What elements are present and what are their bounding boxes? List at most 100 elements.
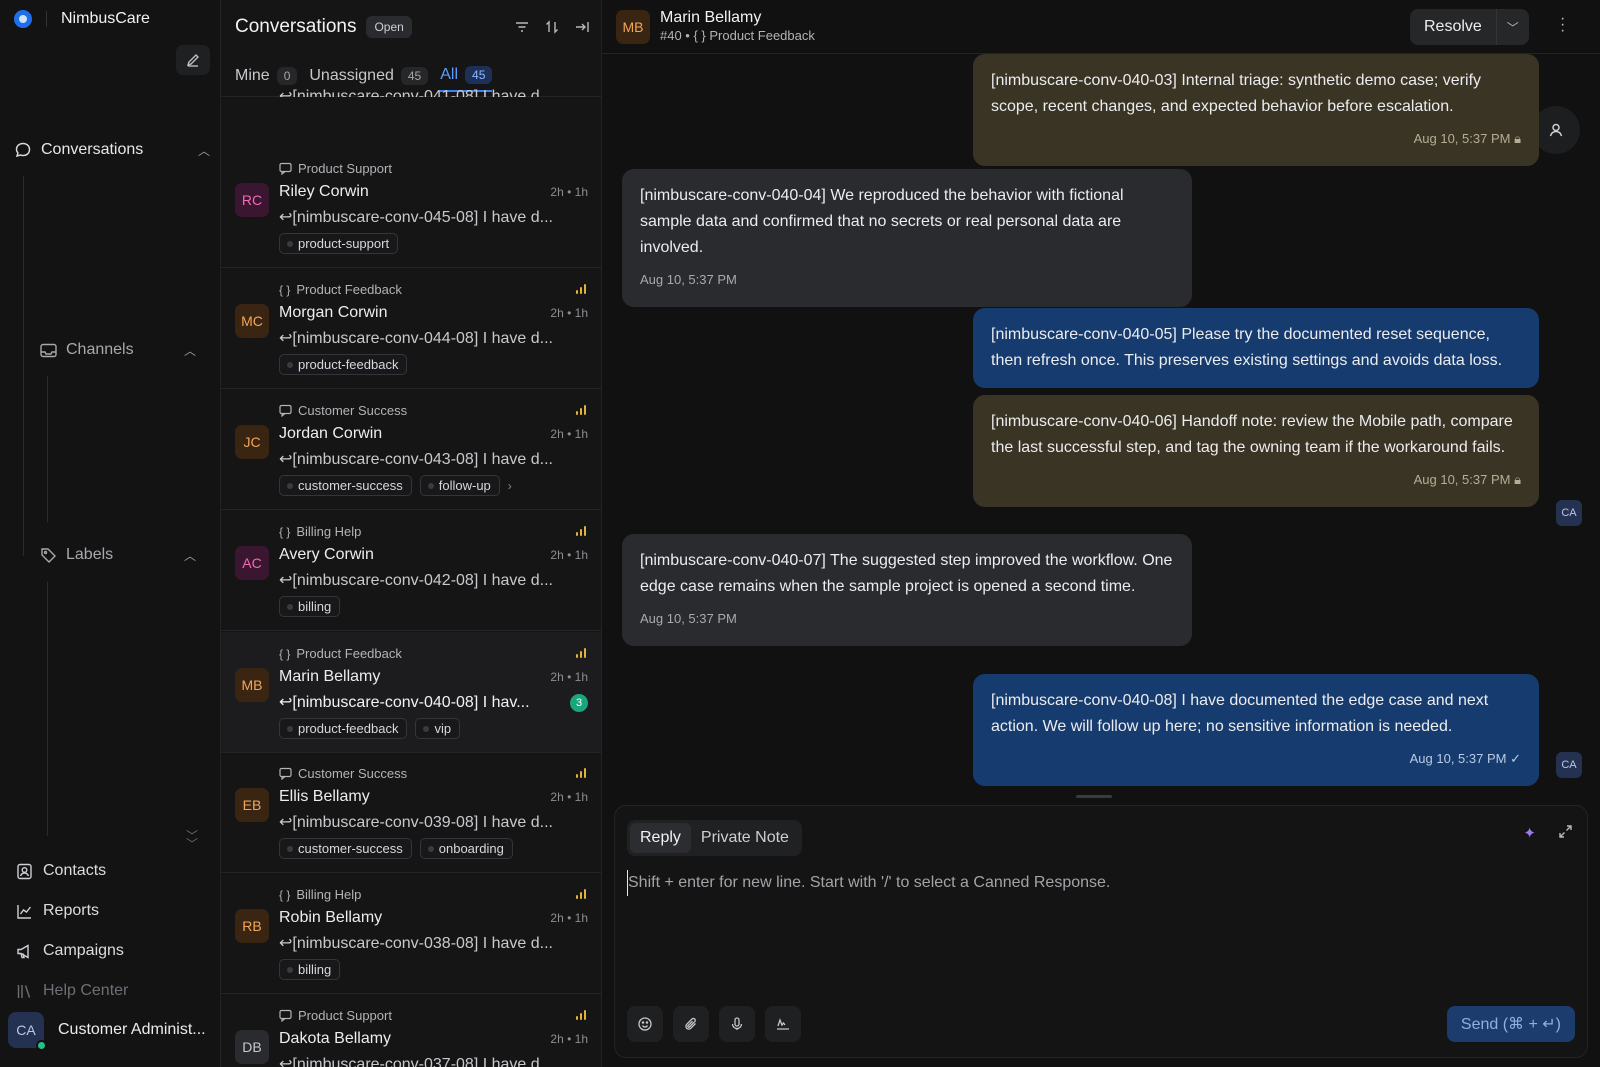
conversation-time: 2h • 1h xyxy=(550,548,588,562)
expand-icon[interactable] xyxy=(1558,824,1573,842)
tab-reply[interactable]: Reply xyxy=(630,823,691,853)
conversation-preview: ↩[nimbuscare-conv-043-08] I have d... xyxy=(279,449,579,469)
sidebar-item-help-center[interactable]: Help Center xyxy=(16,982,128,1000)
label-chip: onboarding xyxy=(419,838,513,859)
message-text: [nimbuscare-conv-040-05] Please try the … xyxy=(991,326,1503,369)
sidebar-section-labels[interactable]: Labels ︿ xyxy=(40,546,196,564)
message-meta: Aug 10, 5:37 PM xyxy=(640,267,1174,293)
user-name: Customer Administ... xyxy=(58,1021,206,1038)
conversation-labels: customer-success follow-up › xyxy=(279,475,512,496)
chat-panel: MB Marin Bellamy #40 • { } Product Feedb… xyxy=(602,0,1600,1067)
message-text: [nimbuscare-conv-040-07] The suggested s… xyxy=(640,552,1173,595)
resolve-button[interactable]: Resolve xyxy=(1410,9,1497,45)
chevrons-down-icon[interactable]: ﹀ ﹀ xyxy=(186,830,198,850)
resize-handle[interactable] xyxy=(1076,795,1112,798)
sidebar-section-conversations[interactable]: Conversations ︿ xyxy=(14,141,210,159)
reply-arrow-icon: ↩ xyxy=(279,572,293,589)
avatar: EB xyxy=(235,788,269,822)
library-icon xyxy=(17,984,31,998)
conversation-item[interactable]: RC Product Support Riley Corwin 2h • 1h ↩[ni… xyxy=(221,147,601,268)
message-time: Aug 10, 5:37 PM xyxy=(1413,131,1511,146)
compose-button[interactable] xyxy=(176,45,210,75)
conversation-labels: billing xyxy=(279,596,341,617)
message-square-icon xyxy=(279,1009,292,1022)
tag-icon xyxy=(41,547,56,563)
send-button[interactable]: Send (⌘ + ↵) xyxy=(1446,1006,1575,1042)
conversation-labels: customer-success onboarding xyxy=(279,838,513,859)
conversation-time: 2h • 1h xyxy=(550,427,588,441)
signature-button[interactable] xyxy=(765,1006,801,1042)
message-square-icon xyxy=(279,162,292,175)
avatar-initials: AC xyxy=(242,555,262,571)
tree-line xyxy=(47,376,48,522)
priority-icon xyxy=(576,1010,586,1020)
message-text: [nimbuscare-conv-040-08] I have document… xyxy=(991,692,1489,735)
message-square-icon xyxy=(279,767,292,780)
sidebar-item-reports[interactable]: Reports xyxy=(16,902,99,920)
message-time: Aug 10, 5:37 PM xyxy=(1409,751,1507,766)
chevron-down-icon[interactable]: ﹀ xyxy=(1497,9,1529,45)
conversation-time: 2h • 1h xyxy=(550,185,588,199)
contact-name: Ellis Bellamy xyxy=(279,788,370,805)
conversation-preview: ↩[nimbuscare-conv-045-08] I have d... xyxy=(279,207,579,227)
tree-line xyxy=(23,176,24,556)
conversation-labels: product-feedback xyxy=(279,354,408,375)
voice-button[interactable] xyxy=(719,1006,755,1042)
message-meta: Aug 10, 5:37 PM 🔒︎ xyxy=(991,467,1521,493)
conversation-item[interactable]: DB Product Support Dakota Bellamy 2h • 1h ↩[… xyxy=(221,994,601,1067)
user-icon xyxy=(1549,123,1563,137)
preview-text: [nimbuscare-conv-044-08] I have d... xyxy=(292,330,553,347)
conversation-item[interactable]: JC Customer Success Jordan Corwin 2h • 1h ↩[… xyxy=(221,389,601,510)
outgoing-message: [nimbuscare-conv-040-08] I have document… xyxy=(973,674,1539,786)
lock-icon: 🔒︎ xyxy=(1514,131,1521,146)
ai-assist-icon[interactable]: ✦ xyxy=(1523,824,1536,842)
inbox-name: Customer Success xyxy=(279,403,407,418)
chevron-up-icon: ︿ xyxy=(197,143,210,158)
avatar: MC xyxy=(235,304,269,338)
conversation-list: Conversations Open Mine 0 Unassigned 45 … xyxy=(221,0,602,1067)
avatar-initials: RC xyxy=(241,192,263,208)
chevron-right-icon[interactable]: › xyxy=(508,479,512,493)
lock-icon: 🔒︎ xyxy=(1514,472,1521,487)
avatar-initials: MB xyxy=(622,19,644,35)
conversation-preview: ↩[nimbuscare-conv-044-08] I have d... xyxy=(279,328,579,348)
contact-panel-toggle[interactable] xyxy=(1532,106,1580,154)
emoji-icon xyxy=(638,1017,652,1031)
reply-arrow-icon: ↩ xyxy=(279,451,293,468)
outgoing-message: [nimbuscare-conv-040-05] Please try the … xyxy=(973,308,1539,388)
conversation-time: 2h • 1h xyxy=(550,790,588,804)
sidebar-section-channels[interactable]: Channels ︿ xyxy=(40,341,196,359)
conversation-item[interactable]: RB { } Billing Help Robin Bellamy 2h • 1h ↩[n… xyxy=(221,873,601,994)
sidebar-item-label: Contacts xyxy=(43,862,107,879)
contact-name[interactable]: Marin Bellamy xyxy=(660,9,761,27)
conversation-item[interactable]: EB Customer Success Ellis Bellamy 2h • 1h ↩[… xyxy=(221,752,601,873)
tree-line xyxy=(47,582,48,836)
message-input[interactable] xyxy=(627,870,1567,896)
inbox-name: { } Product Feedback xyxy=(279,282,402,297)
sidebar-item-label: Reports xyxy=(43,902,100,919)
user-menu[interactable]: CA Customer Administ... xyxy=(8,1012,206,1051)
avatar-initials: DB xyxy=(242,1039,262,1055)
conversation-item[interactable]: MB { } Product Feedback Marin Bellamy 2h • 1… xyxy=(221,632,601,753)
avatar[interactable]: MB xyxy=(616,10,650,44)
conversation-preview: ↩[nimbuscare-conv-037-08] I have d... xyxy=(279,1054,579,1067)
inbox-label: Product Support xyxy=(298,1008,392,1023)
contact-name: Marin Bellamy xyxy=(279,668,381,685)
conversation-item[interactable]: AC { } Billing Help Avery Corwin 2h • 1h ↩[ni… xyxy=(221,510,601,631)
avatar-initials: EB xyxy=(242,797,262,813)
inbox-label: Customer Success xyxy=(298,766,408,781)
conversation-labels: billing xyxy=(279,959,341,980)
conversation-labels: product-support xyxy=(279,233,399,254)
avatar-initials: JC xyxy=(243,434,261,450)
conversation-meta: #40 • { } Product Feedback xyxy=(660,28,815,43)
sidebar-item-campaigns[interactable]: Campaigns xyxy=(16,942,124,960)
emoji-button[interactable] xyxy=(627,1006,663,1042)
contact-name: Morgan Corwin xyxy=(279,304,388,321)
priority-icon xyxy=(576,648,586,658)
attach-button[interactable] xyxy=(673,1006,709,1042)
sidebar-section-label: Channels xyxy=(66,341,134,358)
tab-private-note[interactable]: Private Note xyxy=(691,823,799,853)
more-options-icon[interactable]: · · · xyxy=(1560,11,1565,39)
conversation-item[interactable]: MC { } Product Feedback Morgan Corwin 2h • 1… xyxy=(221,268,601,389)
sidebar-item-contacts[interactable]: Contacts xyxy=(16,862,106,880)
